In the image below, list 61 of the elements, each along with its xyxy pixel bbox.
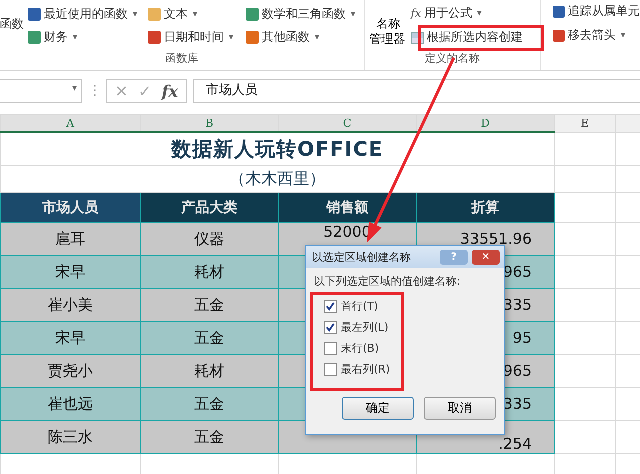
close-button[interactable]: ✕: [472, 250, 500, 264]
create-from-selection-button[interactable]: 根据所选内容创建: [411, 27, 523, 48]
table-cell: 崔小美: [48, 296, 93, 314]
table-cell: 33551.96: [460, 230, 532, 248]
table-cell: .254: [498, 435, 532, 452]
ribbon-button[interactable]: 财务 ▾: [28, 26, 146, 49]
checkbox[interactable]: [324, 342, 337, 355]
table-cell: 五金: [194, 428, 224, 446]
ribbon-button[interactable]: 移去箭头 ▾: [553, 27, 640, 44]
fx-icon: fx: [411, 7, 422, 20]
table-cell: 崔也远: [48, 394, 93, 412]
header-cell: 销售额: [278, 192, 416, 222]
table-cell: 耗材: [194, 362, 224, 380]
cancel-button[interactable]: 取消: [424, 397, 496, 420]
column-header[interactable]: C: [278, 114, 416, 132]
table-cell: 五金: [194, 394, 224, 412]
ribbon-button[interactable]: 数学和三角函数 ▾: [246, 3, 364, 26]
ribbon-button[interactable]: 其他函数 ▾: [246, 26, 364, 49]
button-label[interactable]: 函数: [0, 16, 24, 33]
checkbox-label: 最左列(L): [341, 320, 389, 335]
checkbox[interactable]: [324, 363, 337, 376]
table-cell: 宋早: [56, 328, 86, 346]
checkbox[interactable]: [324, 300, 337, 313]
table-cell: 五金: [194, 296, 224, 314]
table-cell: 五金: [194, 328, 224, 346]
sheet-title: 数据新人玩转OFFICE: [0, 132, 554, 166]
dialog-title: 以选定区域创建名称: [312, 250, 412, 264]
ribbon-button[interactable]: 追踪从属单元: [553, 3, 640, 20]
formula-field[interactable]: 市场人员: [193, 79, 640, 103]
table-cell: 965: [503, 362, 532, 380]
table-cell: 965: [503, 263, 532, 281]
more-icon: ⋮: [88, 83, 100, 99]
ribbon-button[interactable]: 文本 ▾: [148, 3, 244, 26]
name-box[interactable]: ▾: [0, 79, 82, 103]
dialog-prompt: 以下列选定区域的值创建名称:: [314, 275, 461, 288]
table-cell: 95: [512, 329, 532, 347]
table-cell: 扈耳: [56, 230, 86, 248]
ribbon-button[interactable]: 日期和时间 ▾: [148, 26, 244, 49]
column-header[interactable]: E: [554, 114, 616, 132]
checkbox-label: 最右列(R): [341, 362, 390, 377]
ok-button[interactable]: 确定: [342, 397, 414, 420]
table-cell: 陈三水: [48, 428, 93, 446]
column-header[interactable]: A: [0, 114, 140, 132]
header-cell: 折算: [416, 192, 554, 222]
checkbox-label: 首行(T): [341, 299, 378, 314]
table-cell: 335: [503, 395, 532, 413]
table-cell: 335: [503, 296, 532, 314]
checkbox-label: 末行(B): [341, 341, 380, 356]
ribbon-button[interactable]: 最近使用的函数 ▾: [28, 3, 146, 26]
column-header[interactable]: D: [416, 114, 554, 132]
use-in-formula-button[interactable]: fx 用于公式 ▾: [411, 3, 523, 24]
header-cell: 市场人员: [0, 192, 140, 222]
table-cell: 耗材: [194, 262, 224, 280]
group-label: 函数库: [166, 51, 198, 66]
table-cell: 宋早: [56, 262, 86, 280]
table-cell: 贾尧小: [48, 362, 93, 380]
table-cell: 仪器: [194, 230, 224, 248]
column-header[interactable]: B: [140, 114, 278, 132]
checkbox[interactable]: [324, 321, 337, 334]
insert-function-icon[interactable]: fx: [162, 82, 178, 100]
header-cell: 产品大类: [140, 192, 278, 222]
